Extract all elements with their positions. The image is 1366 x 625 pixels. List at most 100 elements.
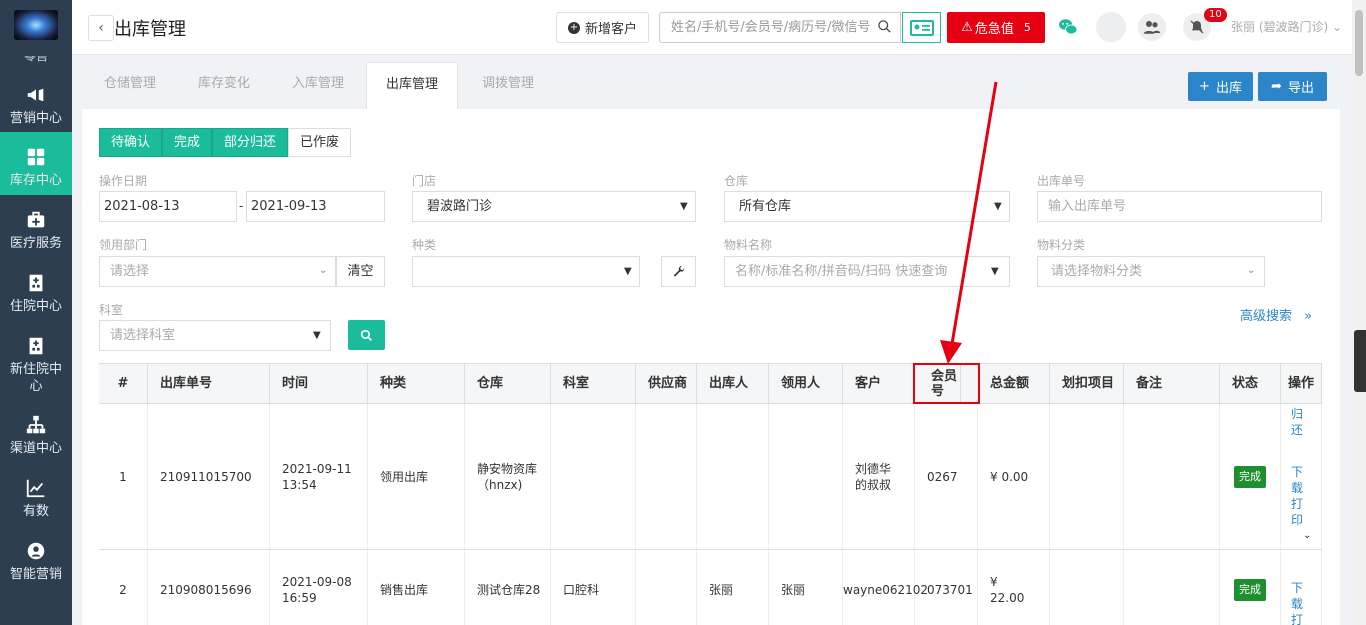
cell-customer: wayne062102 — [843, 550, 928, 625]
date-to-input[interactable]: 2021-09-13 — [246, 191, 385, 222]
cell-index: 1 — [99, 404, 148, 549]
col-total-amount: 总金额 — [978, 364, 1050, 403]
cell-index: 2 — [99, 550, 148, 625]
cell-kind: 销售出库 — [368, 550, 465, 625]
store-select[interactable]: 碧波路门诊 — [412, 191, 696, 222]
chevron-down-icon: ▼ — [994, 201, 1002, 212]
cell-room: 口腔科 — [551, 550, 636, 625]
settings-button[interactable] — [661, 256, 696, 287]
chevron-down-icon[interactable]: ⌄ — [1303, 528, 1321, 544]
status-filter-pending[interactable]: 待确认 — [99, 128, 163, 157]
dept-select[interactable]: 请选择 — [99, 256, 336, 287]
new-customer-button[interactable]: + 新增客户 — [556, 12, 649, 43]
back-button[interactable]: ‹ — [88, 15, 114, 41]
download-print-link[interactable]: 下载打印 — [1289, 580, 1305, 625]
clear-button[interactable]: 清空 — [336, 256, 385, 287]
tab-storage[interactable]: 仓储管理 — [82, 62, 178, 110]
caret-down-icon: ▼ — [313, 330, 321, 341]
material-input[interactable]: 名称/标准名称/拼音码/扫码 快速查询 — [724, 256, 1010, 287]
critical-value-button[interactable]: ⚠ 危急值 5 — [947, 12, 1045, 43]
user-menu[interactable]: 张丽 (碧波路门诊) ⌄ — [1231, 18, 1342, 35]
tab-transfer[interactable]: 调拨管理 — [458, 62, 558, 110]
return-link[interactable]: 归还 — [1289, 406, 1305, 438]
logo — [14, 10, 58, 40]
room-label: 科室 — [99, 303, 124, 317]
cell-warehouse: 静安物资库（hnzx) — [465, 404, 551, 549]
chevron-down-icon: ▼ — [680, 201, 688, 212]
date-from-input[interactable]: 2021-08-13 — [99, 191, 237, 222]
cell-note — [1124, 404, 1220, 549]
notification-badge: 10 — [1204, 8, 1227, 22]
caret-down-icon: ▼ — [991, 266, 999, 277]
cell-total-amount: ¥ 0.00 — [978, 404, 1050, 549]
kind-select[interactable] — [412, 256, 640, 287]
sitemap-icon — [26, 415, 46, 434]
sidebar-item-new-inpatient[interactable]: 新住院中心 — [0, 335, 72, 395]
cell-deduct-item — [1050, 550, 1124, 625]
megaphone-icon — [27, 88, 44, 102]
cell-room — [551, 404, 636, 549]
col-customer: 客户 — [843, 364, 915, 403]
sidebar-item-inpatient[interactable]: 住院中心 — [0, 272, 72, 322]
sidebar-item-inventory[interactable]: 库存中心 — [0, 132, 72, 195]
cell-issuer — [697, 404, 769, 549]
sidebar-item-clipped[interactable]: 零售 — [0, 56, 72, 64]
col-status: 状态 — [1220, 364, 1281, 403]
status-filter-partial-return[interactable]: 部分归还 — [212, 128, 289, 157]
warehouse-select[interactable]: 所有仓库 — [724, 191, 1010, 222]
export-button[interactable]: ➦ 导出 — [1258, 72, 1327, 101]
status-filter-void[interactable]: 已作废 — [288, 128, 352, 157]
outbound-button[interactable]: + 出库 — [1188, 72, 1253, 101]
double-chevron-down-icon: » — [1304, 309, 1313, 324]
chart-icon — [26, 479, 45, 498]
search-icon[interactable] — [877, 19, 892, 34]
tab-stock-change[interactable]: 库存变化 — [178, 62, 270, 110]
users-glyph — [1143, 21, 1161, 34]
material-category-label: 物料分类 — [1037, 238, 1086, 252]
table-row: 2 210908015696 2021-09-08 16:59 销售出库 测试仓… — [99, 550, 1322, 625]
side-widget[interactable] — [1354, 330, 1366, 392]
cell-kind: 领用出库 — [368, 404, 465, 549]
alert-icon: ⚠ — [961, 20, 973, 35]
id-card-button[interactable] — [902, 12, 941, 43]
material-category-select[interactable]: 请选择物料分类 — [1037, 256, 1265, 287]
global-search-input[interactable]: 姓名/手机号/会员号/病历号/微信号 — [659, 12, 901, 43]
material-label: 物料名称 — [724, 238, 773, 252]
sidebar-item-medical[interactable]: 医疗服务 — [0, 209, 72, 259]
building-icon — [29, 337, 43, 355]
cell-time: 2021-09-08 16:59 — [270, 550, 368, 625]
sidebar-item-marketing[interactable]: 营销中心 — [0, 82, 72, 132]
chevron-down-icon: ⌄ — [319, 265, 328, 276]
tab-inbound[interactable]: 入库管理 — [270, 62, 366, 110]
kind-label: 种类 — [412, 238, 437, 252]
table-header: # 出库单号 时间 种类 仓库 科室 供应商 出库人 领用人 客户 会员号 总金… — [99, 363, 1322, 404]
room-select[interactable]: 请选择科室 — [99, 320, 331, 351]
date-label: 操作日期 — [99, 174, 148, 188]
col-order-no: 出库单号 — [148, 364, 270, 403]
avatar[interactable] — [1096, 12, 1126, 42]
cell-action: 下载打印 — [1281, 550, 1322, 625]
sidebar-item-channel[interactable]: 渠道中心 — [0, 414, 72, 464]
hospital-icon — [29, 274, 43, 292]
status-filter-done[interactable]: 完成 — [162, 128, 213, 157]
plus-circle-icon: + — [567, 21, 580, 34]
advanced-search-link[interactable]: 高级搜索 » — [1240, 305, 1312, 324]
warehouse-label: 仓库 — [724, 174, 749, 188]
plus-icon: + — [1199, 79, 1210, 94]
col-note: 备注 — [1124, 364, 1220, 403]
status-badge: 完成 — [1234, 465, 1266, 488]
cell-receiver — [769, 404, 843, 549]
download-print-link[interactable]: 下载打印 — [1289, 464, 1305, 528]
page-scrollbar[interactable] — [1352, 0, 1366, 625]
search-button[interactable] — [348, 320, 385, 350]
tab-outbound[interactable]: 出库管理 — [366, 62, 458, 110]
wrench-icon — [673, 266, 684, 277]
sidebar-item-smart-marketing[interactable]: 智能营销 — [0, 540, 72, 590]
scrollbar-thumb[interactable] — [1355, 10, 1363, 76]
sidebar-item-data[interactable]: 有数 — [0, 477, 72, 527]
wechat-icon[interactable] — [1058, 18, 1078, 36]
chevron-down-icon: ▼ — [624, 266, 632, 277]
col-kind: 种类 — [368, 364, 465, 403]
users-icon[interactable] — [1138, 13, 1166, 41]
order-no-input[interactable]: 输入出库单号 — [1037, 191, 1322, 222]
